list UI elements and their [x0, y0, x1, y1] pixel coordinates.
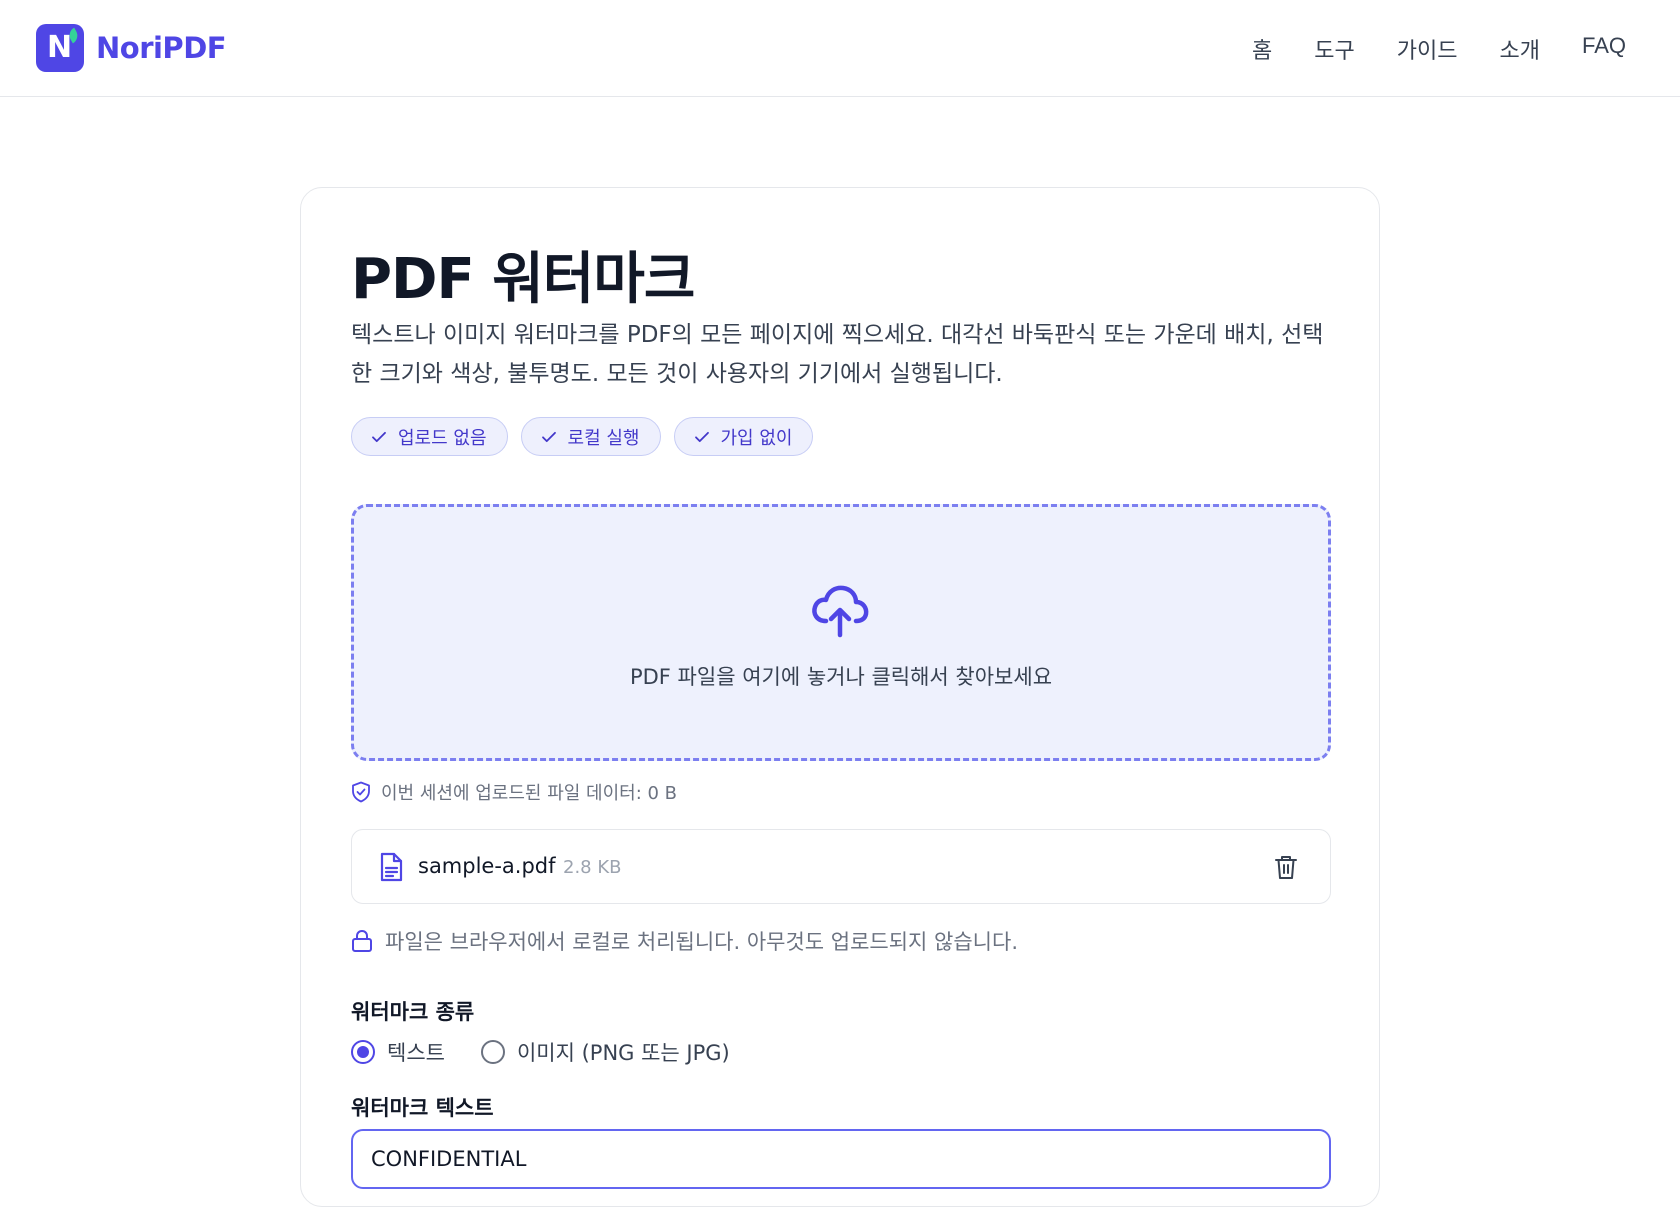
radio-text[interactable]: 텍스트 [351, 1037, 445, 1067]
check-icon [694, 431, 709, 442]
watermark-type-radio-group: 텍스트 이미지 (PNG 또는 JPG) [351, 1037, 730, 1067]
watermark-text-label: 워터마크 텍스트 [351, 1096, 494, 1120]
badge-label: 가입 없이 [720, 427, 793, 449]
watermark-text-input[interactable] [351, 1129, 1331, 1189]
page-description: 텍스트나 이미지 워터마크를 PDF의 모든 페이지에 찍으세요. 대각선 바둑… [351, 322, 1324, 387]
badge-label: 로컬 실행 [567, 427, 640, 449]
file-dropzone[interactable]: PDF 파일을 여기에 놓거나 클릭해서 찾아보세요 [351, 504, 1331, 761]
badge-label: 업로드 없음 [398, 427, 487, 449]
nav-link-about[interactable]: 소개 [1500, 33, 1540, 65]
tool-card: PDF 워터마크 텍스트나 이미지 워터마크를 PDF의 모든 페이지에 찍으세… [300, 187, 1380, 1207]
radio-label: 텍스트 [387, 1041, 445, 1065]
radio-label: 이미지 (PNG 또는 JPG) [516, 1041, 730, 1065]
check-icon [541, 431, 556, 442]
brand-logo-link[interactable]: N NoriPDF [36, 24, 227, 72]
radio-dot[interactable] [351, 1040, 375, 1064]
watermark-type-label: 워터마크 종류 [351, 1000, 475, 1024]
file-size: 2.8 KB [563, 857, 622, 878]
radio-image[interactable]: 이미지 (PNG 또는 JPG) [480, 1037, 730, 1067]
badge-no-upload: 업로드 없음 [351, 417, 508, 456]
session-note-text: 이번 세션에 업로드된 파일 데이터: 0 B [381, 783, 678, 804]
main-nav: 홈 도구 가이드 소개 FAQ [1252, 33, 1626, 65]
file-row: sample-a.pdf 2.8 KB [351, 829, 1331, 904]
lock-icon [352, 930, 372, 952]
nav-link-faq[interactable]: FAQ [1582, 33, 1626, 65]
badge-no-signup: 가입 없이 [673, 417, 814, 456]
cloud-upload-icon [812, 585, 869, 638]
nav-link-home[interactable]: 홈 [1252, 33, 1272, 65]
nav-link-guide[interactable]: 가이드 [1397, 33, 1458, 65]
badge-local-run: 로컬 실행 [520, 417, 661, 456]
session-upload-note: 이번 세션에 업로드된 파일 데이터: 0 B [351, 779, 677, 805]
dropzone-text: PDF 파일을 여기에 놓거나 클릭해서 찾아보세요 [629, 665, 1053, 689]
file-name: sample-a.pdf [418, 854, 556, 878]
top-navbar: N NoriPDF 홈 도구 가이드 소개 FAQ [0, 0, 1680, 97]
logo-icon: N [36, 24, 84, 72]
check-icon [372, 431, 386, 442]
feature-badges: 업로드 없음 로컬 실행 가입 없이 [351, 417, 814, 456]
brand-name: NoriPDF [96, 31, 227, 65]
trash-icon[interactable] [1274, 854, 1298, 880]
local-processing-note: 파일은 브라우저에서 로컬로 처리됩니다. 아무것도 업로드되지 않습니다. [351, 926, 1018, 956]
local-note-text: 파일은 브라우저에서 로컬로 처리됩니다. 아무것도 업로드되지 않습니다. [385, 930, 1018, 954]
radio-dot[interactable] [480, 1040, 505, 1064]
page-title: PDF 워터마크 [351, 247, 695, 312]
nav-link-tools[interactable]: 도구 [1314, 33, 1354, 65]
shield-check-icon [352, 781, 370, 803]
file-document-icon [380, 852, 403, 882]
